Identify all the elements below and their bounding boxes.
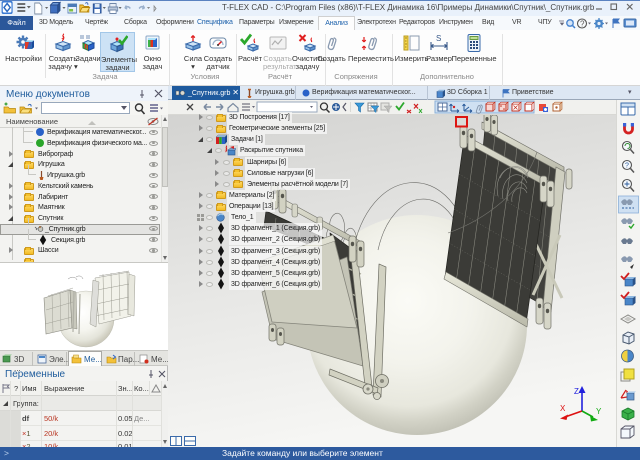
svg-text:X: X xyxy=(560,404,566,413)
svg-text:?: ? xyxy=(625,163,629,170)
svg-text:Z: Z xyxy=(574,387,579,396)
svg-text:Y: Y xyxy=(596,407,602,416)
svg-text:S: S xyxy=(436,34,441,43)
